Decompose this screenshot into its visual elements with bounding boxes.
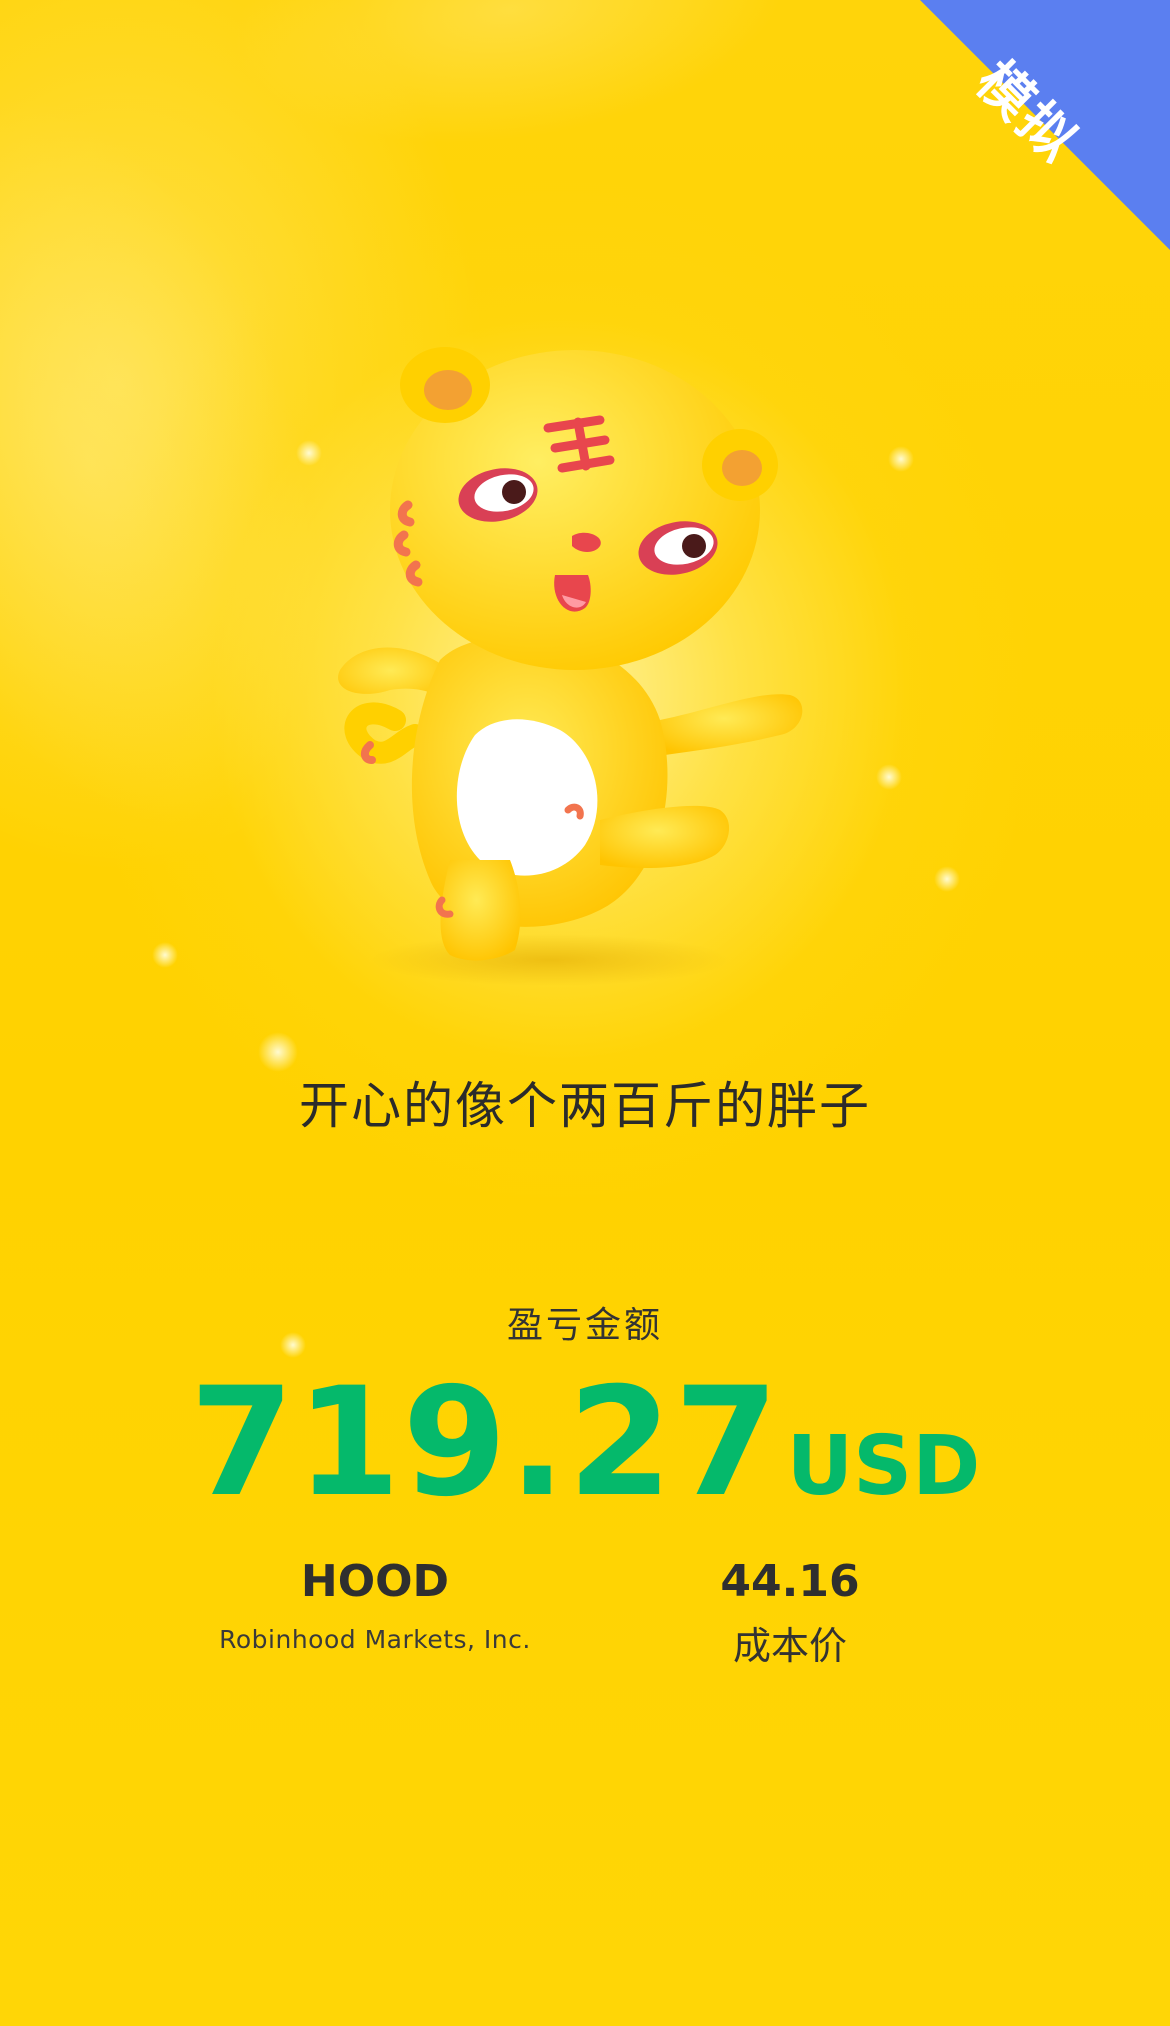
pnl-amount: 719.27USD bbox=[0, 1356, 1170, 1530]
stock-info: HOOD Robinhood Markets, Inc. bbox=[210, 1556, 540, 1654]
pnl-label: 盈亏金额 bbox=[506, 1305, 663, 1346]
sparkle-decoration bbox=[888, 446, 914, 472]
mood-slogan: 开心的像个两百斤的胖子 bbox=[299, 1077, 871, 1135]
cost-info: 44.16 成本价 bbox=[680, 1556, 900, 1670]
cost-price-label: 成本价 bbox=[732, 1624, 847, 1668]
pnl-value: 719.27 bbox=[189, 1356, 781, 1530]
sparkle-decoration bbox=[876, 764, 902, 790]
background-swirl bbox=[214, 0, 806, 178]
sparkle-decoration bbox=[152, 942, 178, 968]
stock-name: Robinhood Markets, Inc. bbox=[219, 1625, 531, 1654]
cost-price-value: 44.16 bbox=[720, 1556, 860, 1607]
share-card: 模拟 开心的像个两百斤的胖子 盈亏金额 719.27USD HOOD Robin… bbox=[0, 0, 1170, 2026]
sparkle-decoration bbox=[934, 866, 960, 892]
tiger-mascot-icon bbox=[338, 347, 803, 986]
pnl-currency: USD bbox=[786, 1419, 981, 1514]
stock-symbol: HOOD bbox=[300, 1556, 450, 1607]
